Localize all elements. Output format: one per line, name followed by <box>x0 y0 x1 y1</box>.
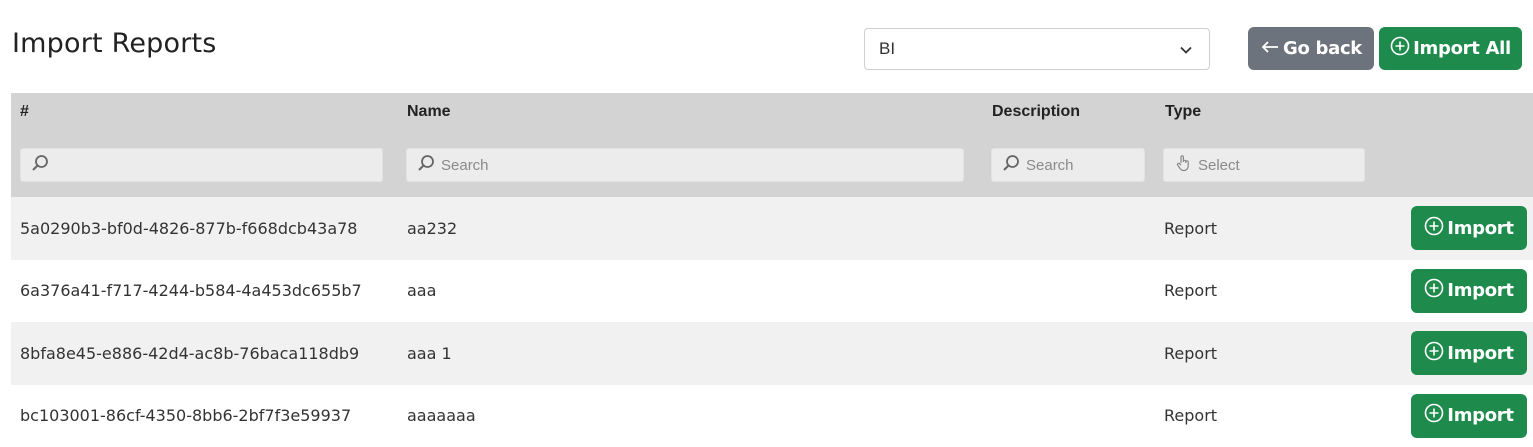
report-source-select[interactable]: BI <box>864 28 1210 70</box>
arrow-left-icon <box>1260 38 1283 59</box>
search-icon <box>31 154 55 176</box>
plus-circle-icon <box>1390 36 1413 61</box>
import-button[interactable]: Import <box>1411 268 1527 313</box>
column-header-id[interactable]: # <box>20 103 29 121</box>
row-id: bc103001-86cf-4350-8bb6-2bf7f3e59937 <box>20 406 352 426</box>
import-button[interactable]: Import <box>1411 206 1527 250</box>
name-filter-placeholder: Search <box>441 156 489 174</box>
name-filter-input[interactable]: Search <box>406 148 964 182</box>
plus-circle-icon <box>1424 403 1447 428</box>
go-back-label: Go back <box>1283 38 1362 59</box>
row-name: aaaaaaa <box>407 406 476 426</box>
hand-pointer-icon <box>1174 154 1198 176</box>
row-type: Report <box>1164 343 1218 363</box>
row-name: aaa 1 <box>407 343 452 363</box>
description-filter-placeholder: Search <box>1026 156 1074 174</box>
type-filter-placeholder: Select <box>1198 156 1240 174</box>
row-id: 6a376a41-f717-4244-b584-4a453dc655b7 <box>20 281 362 301</box>
table-header: # Name Description Type Search Search Se… <box>11 93 1533 197</box>
search-icon <box>417 154 441 176</box>
import-all-label: Import All <box>1413 38 1511 59</box>
description-filter-input[interactable]: Search <box>991 148 1145 182</box>
import-label: Import <box>1447 217 1514 239</box>
column-header-type[interactable]: Type <box>1165 103 1201 121</box>
row-name: aa232 <box>407 218 458 238</box>
column-header-description[interactable]: Description <box>992 103 1080 121</box>
row-type: Report <box>1164 218 1218 238</box>
row-type: Report <box>1164 406 1218 426</box>
type-filter-select[interactable]: Select <box>1163 148 1365 182</box>
row-name: aaa <box>407 281 437 301</box>
import-all-button[interactable]: Import All <box>1379 27 1522 70</box>
reports-table: # Name Description Type Search Search Se… <box>11 93 1533 447</box>
go-back-button[interactable]: Go back <box>1248 27 1374 70</box>
import-button[interactable]: Import <box>1411 331 1527 375</box>
search-icon <box>1002 154 1026 176</box>
page-title: Import Reports <box>12 28 217 59</box>
row-id: 8bfa8e45-e886-42d4-ac8b-76baca118db9 <box>20 343 360 363</box>
table-row: bc103001-86cf-4350-8bb6-2bf7f3e59937 aaa… <box>11 384 1533 447</box>
table-row: 8bfa8e45-e886-42d4-ac8b-76baca118db9 aaa… <box>11 322 1533 385</box>
import-label: Import <box>1447 405 1514 426</box>
import-label: Import <box>1447 342 1514 364</box>
plus-circle-icon <box>1424 341 1447 366</box>
id-filter-input[interactable] <box>20 148 383 182</box>
row-type: Report <box>1164 281 1218 301</box>
chevron-down-icon <box>1179 42 1193 62</box>
import-button[interactable]: Import <box>1411 393 1527 438</box>
import-label: Import <box>1447 280 1514 301</box>
table-row: 5a0290b3-bf0d-4826-877b-f668dcb43a78 aa2… <box>11 197 1533 260</box>
select-value: BI <box>879 39 896 58</box>
table-row: 6a376a41-f717-4244-b584-4a453dc655b7 aaa… <box>11 259 1533 322</box>
column-header-name[interactable]: Name <box>407 103 451 121</box>
plus-circle-icon <box>1424 216 1447 241</box>
plus-circle-icon <box>1424 278 1447 303</box>
row-id: 5a0290b3-bf0d-4826-877b-f668dcb43a78 <box>20 218 358 238</box>
